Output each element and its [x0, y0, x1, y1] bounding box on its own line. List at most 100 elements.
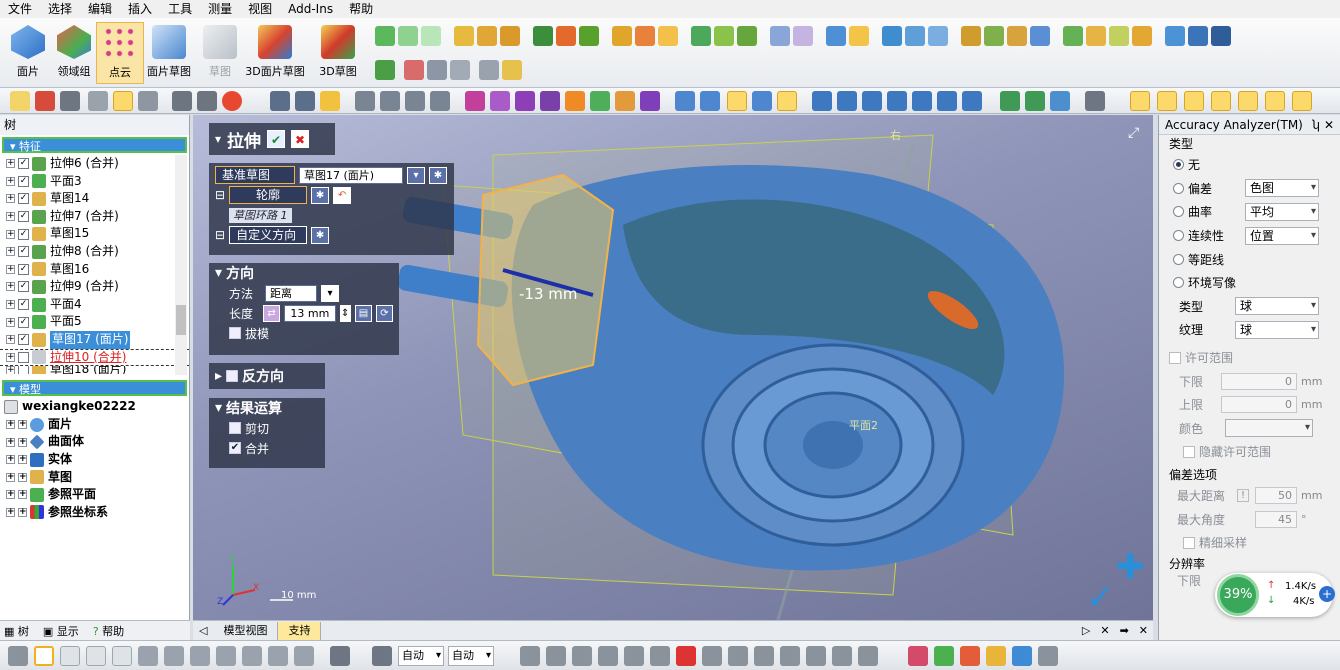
profile-item[interactable]: 草图环路 1 [229, 207, 292, 223]
option-curvature[interactable]: 曲率 平均 [1159, 200, 1340, 224]
confirm-button[interactable]: ✔ [267, 130, 286, 148]
display-mode4-icon[interactable] [887, 91, 907, 111]
texture-combo[interactable]: 球 [1235, 320, 1319, 339]
undo-icon[interactable] [172, 91, 192, 111]
visibility6-icon[interactable] [1265, 91, 1285, 111]
option-isoline[interactable]: 等距线 [1159, 247, 1340, 271]
profile-clear-icon[interactable]: ✱ [311, 186, 330, 204]
option-deviation[interactable]: 偏差 色图 [1159, 177, 1340, 201]
method-select[interactable]: 距离 [265, 284, 317, 302]
delete-icon[interactable] [1132, 26, 1152, 46]
collapse-icon[interactable]: ▾ [215, 132, 221, 146]
visibility2-icon[interactable] [1157, 91, 1177, 111]
zoom-out-icon[interactable] [430, 91, 450, 111]
method-dropdown[interactable]: ▾ [321, 284, 339, 302]
sweep-icon[interactable] [500, 26, 520, 46]
grid-icon[interactable] [427, 60, 447, 80]
tab-help[interactable]: ? 帮助 [93, 623, 124, 639]
tree-item-plane5[interactable]: + ✓ 平面5 [0, 313, 189, 331]
display-mode6-icon[interactable] [937, 91, 957, 111]
shell-icon[interactable] [556, 26, 576, 46]
color-map5-icon[interactable] [1012, 646, 1032, 666]
upper-input[interactable]: 0 [1221, 396, 1297, 414]
menu-edit[interactable]: 编辑 [80, 0, 120, 18]
fine-sample-row[interactable]: 精细采样 [1159, 531, 1340, 555]
viewport-cancel-icon[interactable]: ✚ [1116, 547, 1145, 587]
mesh-button[interactable]: 面片 [4, 22, 52, 84]
filter5-icon[interactable] [624, 646, 644, 666]
color-map2-icon[interactable] [934, 646, 954, 666]
network-widget[interactable]: 39% ↑ 1.4K/s ↓ 4K/s + [1215, 573, 1335, 617]
loft-icon[interactable] [533, 26, 553, 46]
split-icon[interactable] [826, 26, 846, 46]
zoom-in-icon[interactable] [405, 91, 425, 111]
view-iso-icon[interactable] [727, 91, 747, 111]
tolerance-row[interactable]: 许可范围 [1159, 346, 1340, 370]
revolve-icon[interactable] [477, 26, 497, 46]
lower-input[interactable]: 0 [1221, 372, 1297, 390]
new-icon[interactable] [10, 91, 30, 111]
section-icon[interactable] [1000, 91, 1020, 111]
trim-icon[interactable] [961, 26, 981, 46]
profile-undo-icon[interactable]: ↶ [333, 186, 352, 204]
bounding-box-icon[interactable] [479, 60, 499, 80]
model-group-header[interactable]: ▾ 模型 [2, 380, 187, 397]
tree-scroll-thumb[interactable] [176, 305, 186, 335]
model-item-ref-plane[interactable]: + + 参照平面 [0, 486, 189, 504]
visibility3-icon[interactable] [1184, 91, 1204, 111]
tab-pin-icon[interactable]: ✕ [1134, 624, 1153, 637]
option-environment[interactable]: 环境写像 [1159, 271, 1340, 295]
display-mode5-icon[interactable] [912, 91, 932, 111]
option-continuity[interactable]: 连续性 位置 [1159, 224, 1340, 248]
filter6-icon[interactable] [650, 646, 670, 666]
visibility7-icon[interactable] [1292, 91, 1312, 111]
tree-item-extrude10[interactable]: + 拉伸10 (合并) [0, 348, 189, 367]
region-group-button[interactable]: 领域组 [50, 22, 98, 84]
select-face-icon[interactable] [540, 91, 560, 111]
3d-mesh-sketch-button[interactable]: 3D面片草图 [244, 22, 306, 84]
polygon-select-icon[interactable] [86, 646, 106, 666]
widget-add-icon[interactable]: + [1319, 586, 1335, 602]
radio-curvature[interactable] [1173, 206, 1184, 218]
model-root[interactable]: wexiangke02222 [0, 398, 189, 416]
panel-close-icon[interactable]: ✕ [1324, 115, 1334, 135]
tree-item-extrude9[interactable]: + ✓ 拉伸9 (合并) [0, 278, 189, 296]
kind-combo[interactable]: 球 [1235, 297, 1319, 316]
tree-scrollbar[interactable] [175, 155, 187, 375]
filter7-icon[interactable] [676, 646, 696, 666]
menu-select[interactable]: 选择 [40, 0, 80, 18]
direction-collapse-icon[interactable]: ▾ [215, 265, 222, 281]
tab-next-icon[interactable]: ➡ [1115, 624, 1134, 637]
view-shaded-icon[interactable] [777, 91, 797, 111]
radio-none[interactable] [1173, 159, 1184, 171]
surface-icon[interactable] [882, 26, 902, 46]
select-feature-icon[interactable] [565, 91, 585, 111]
3d-sketch-button[interactable]: 3D草图 [314, 22, 362, 84]
continuity-combo[interactable]: 位置 [1245, 226, 1319, 245]
transform-icon[interactable] [1109, 26, 1129, 46]
visibility1-icon[interactable] [1130, 91, 1150, 111]
redo-icon[interactable] [197, 91, 217, 111]
3d-viewport[interactable]: -13 mm 右 平面2 ⤢ ▾ 拉伸 ✔ ✖ 基准草图 草图17 (面片) ▾… [193, 115, 1153, 620]
paint-select-icon[interactable] [138, 646, 158, 666]
model-item-ref-coord[interactable]: + + 参照坐标系 [0, 504, 189, 522]
draft-icon[interactable] [714, 26, 734, 46]
tab-display[interactable]: ▣ 显示 [43, 623, 79, 639]
view-top-icon[interactable] [752, 91, 772, 111]
cut-icon[interactable] [579, 26, 599, 46]
tab-model-view[interactable]: 模型视图 [213, 621, 279, 640]
offset-icon[interactable] [737, 26, 757, 46]
length-flip-icon[interactable]: ⇄ [263, 304, 281, 322]
zoom-fit-icon[interactable] [355, 91, 375, 111]
tree-item-extrude7[interactable]: + ✓ 拉伸7 (合并) [0, 208, 189, 226]
view-front-icon[interactable] [675, 91, 695, 111]
zoom-area-icon[interactable] [380, 91, 400, 111]
menu-addins[interactable]: Add-Ins [280, 0, 341, 18]
color-combo[interactable] [1225, 419, 1313, 438]
tolerance-checkbox[interactable] [1169, 351, 1181, 364]
tree-item-plane3[interactable]: + ✓ 平面3 [0, 173, 189, 191]
model-item-surface-body[interactable]: + + 曲面体 [0, 433, 189, 451]
reverse-checkbox[interactable] [226, 370, 239, 382]
hide-tolerance-row[interactable]: 隐藏许可范围 [1159, 440, 1340, 464]
color-map1-icon[interactable] [908, 646, 928, 666]
